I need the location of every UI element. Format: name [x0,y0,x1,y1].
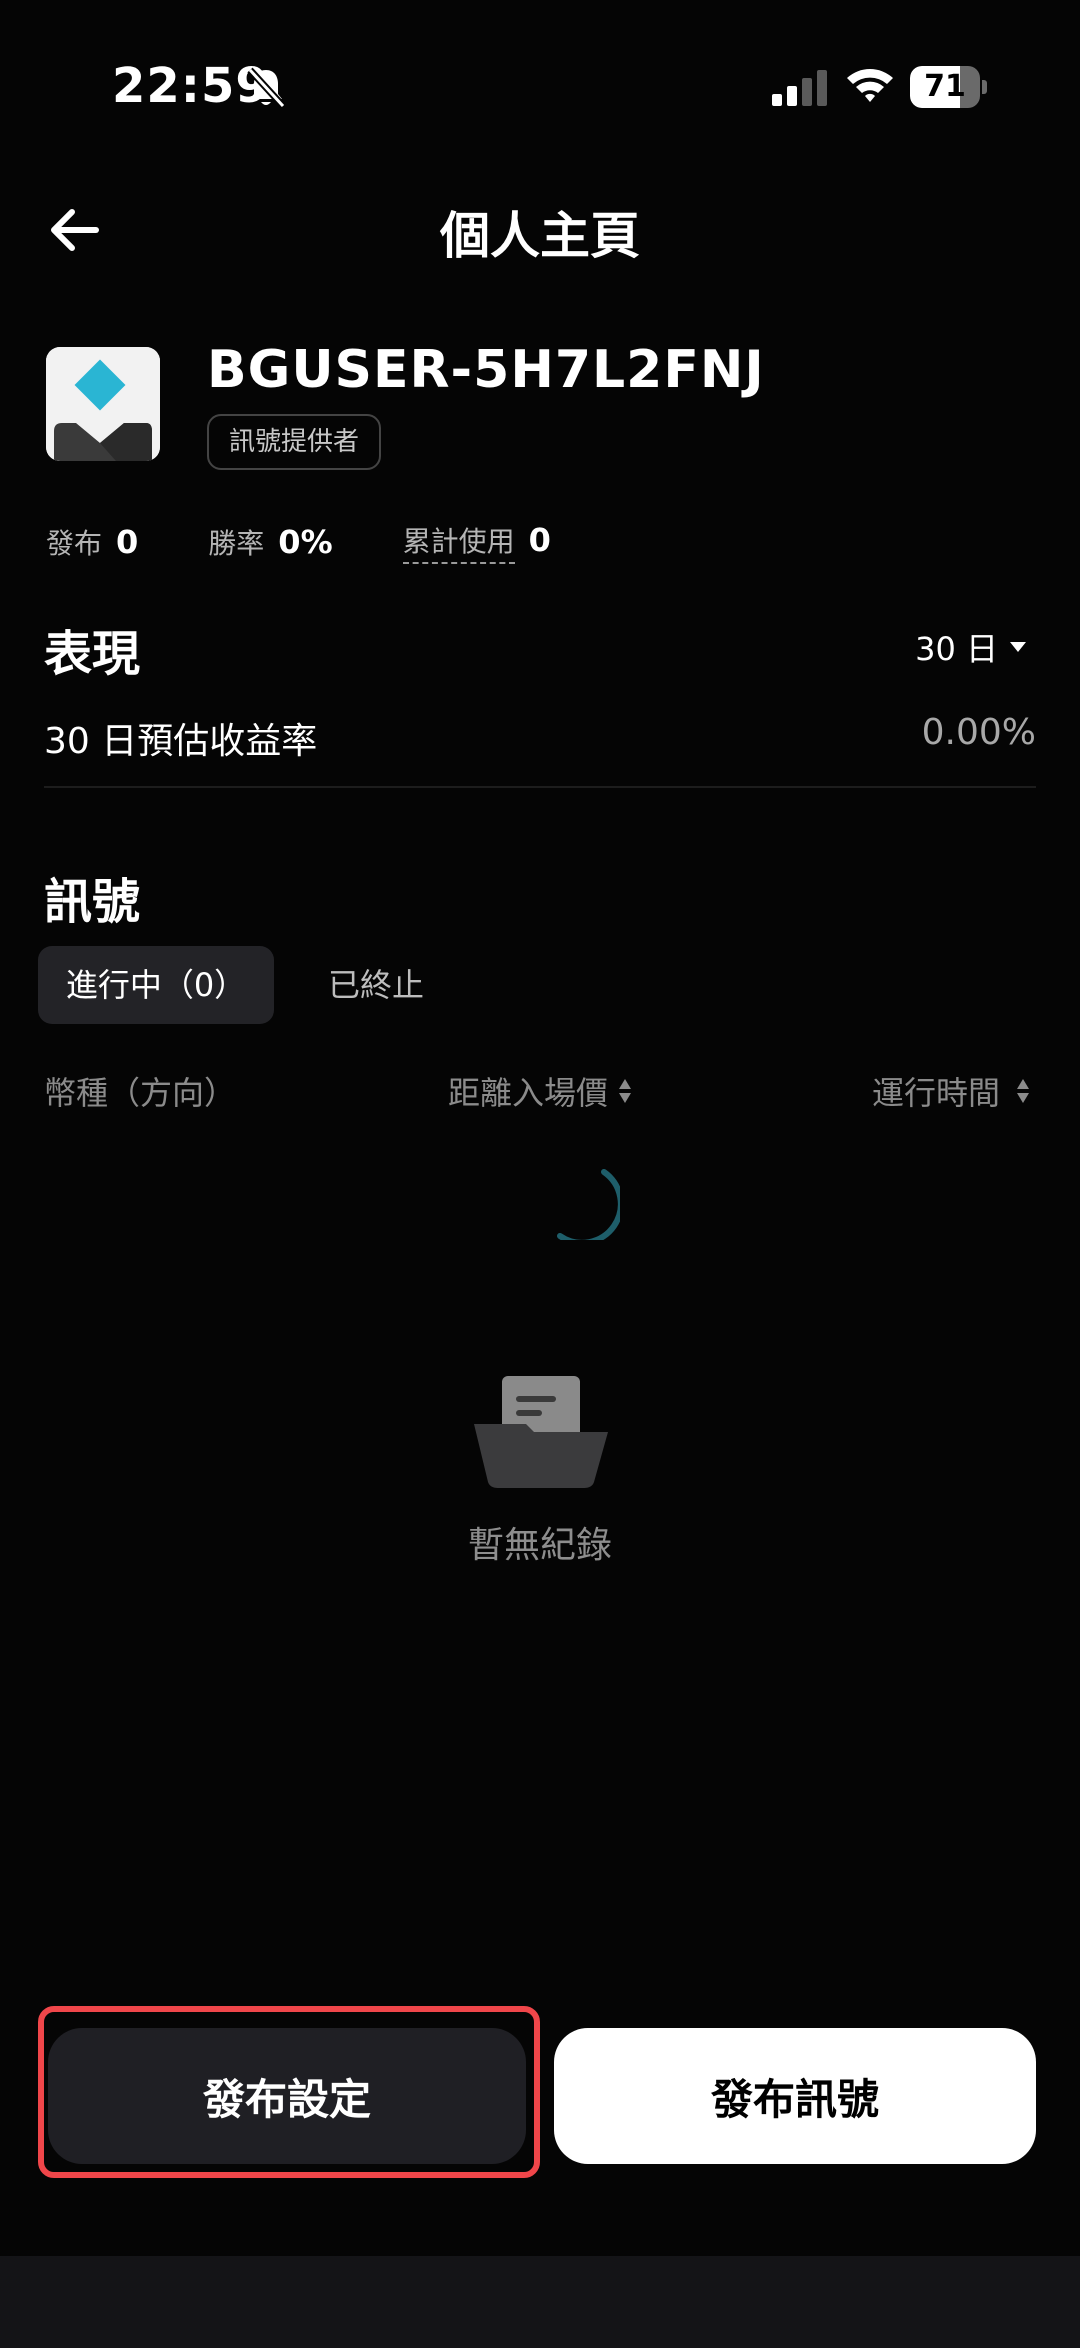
stat-label: 發布 [46,527,103,560]
status-bar: 22:59 71 [0,0,1080,170]
wifi-icon [847,69,893,102]
stat-published: 發布 0 [46,522,138,562]
stat-total-usage[interactable]: 累計使用 0 [402,520,551,564]
caret-down-icon [1010,642,1026,652]
username: BGUSER-5H7L2FNJ [207,340,765,400]
yield-value: 0.00% [921,712,1036,753]
tab-active-signals[interactable]: 進行中（0） [38,946,274,1024]
sort-icon [1017,1079,1029,1103]
period-dropdown[interactable]: 30 日 [915,624,1026,670]
bell-muted-icon [247,67,286,109]
column-header-runtime[interactable]: 運行時間 [872,1068,1030,1114]
tab-terminated-signals[interactable]: 已終止 [310,946,442,1024]
empty-state-text: 暫無紀錄 [467,1525,612,1566]
avatar[interactable] [46,347,160,461]
column-header-currency: 幣種（方向） [44,1068,236,1114]
stat-value: 0% [278,523,333,561]
performance-title: 表現 [44,626,141,682]
divider [44,786,1036,788]
stat-label: 勝率 [208,527,265,560]
role-badge: 訊號提供者 [207,414,382,470]
stat-label[interactable]: 累計使用 [402,520,515,564]
profile-stats: 發布 0 勝率 0% 累計使用 0 [46,520,621,564]
publish-settings-button[interactable]: 發布設定 [48,2028,526,2164]
avatar-image [46,347,160,461]
publish-signal-button[interactable]: 發布訊號 [554,2028,1036,2164]
stat-value: 0 [528,521,551,559]
battery-level: 71 [924,69,966,104]
column-label: 距離入場價 [448,1074,609,1112]
page-title: 個人主頁 [440,207,640,265]
column-label: 幣種（方向） [44,1074,237,1112]
cellular-signal-icon [772,70,827,106]
loading-spinner-icon [557,1169,620,1240]
stat-win-rate: 勝率 0% [208,522,332,562]
column-header-distance[interactable]: 距離入場價 [448,1068,632,1114]
sort-icon [619,1079,632,1103]
period-value: 30 日 [915,630,998,668]
battery-indicator: 71 [910,66,987,108]
bottom-bar [0,2256,1080,2348]
column-label: 運行時間 [871,1074,1000,1112]
empty-folder-icon [474,1376,608,1488]
signals-title: 訊號 [44,874,141,930]
stat-value: 0 [116,523,139,561]
yield-label: 30 日預估收益率 [44,721,318,762]
